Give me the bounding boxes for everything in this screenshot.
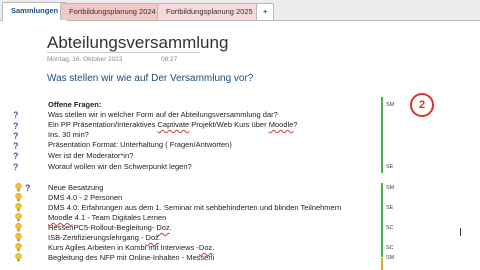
spellcheck-word: Doz: [156, 223, 170, 232]
add-section-button[interactable]: +: [256, 3, 275, 20]
tag-code: SE: [386, 164, 394, 170]
tag-code: SC: [386, 225, 394, 231]
note-line[interactable]: Präsentation Format: Unterhaltung ( Frag…: [48, 140, 232, 150]
question-tag-icon: ?: [13, 162, 19, 172]
question-tag-icon: ?: [13, 131, 19, 141]
spellcheck-word: Doz: [145, 233, 159, 242]
tag-code: SC: [386, 245, 394, 251]
note-line[interactable]: Neue Besatzung: [48, 183, 103, 193]
question-tag-icon: ?: [13, 141, 19, 151]
question-tag-icon: ?: [13, 121, 19, 131]
tab-fortbildungsplanung-2024[interactable]: Fortbildungsplanung 2024: [60, 3, 165, 20]
note-line[interactable]: Was stellen wir in welcher Form auf der …: [48, 110, 278, 120]
page-time: 08:27: [161, 56, 178, 63]
note-line[interactable]: Begleitung des NFP mit Online-Inhalten -…: [48, 253, 214, 263]
note-line[interactable]: Offene Fragen:: [48, 100, 101, 110]
note-line[interactable]: HessenPC5-Rollout-Begleitung- Doz.: [48, 223, 172, 233]
note-line[interactable]: Kurs Agiles Arbeiten in Kombi mit Interv…: [48, 243, 214, 253]
note-text: 4.1 - Team Digitales Lernen: [72, 213, 167, 222]
title-divider: [47, 52, 200, 53]
question-tag-icon: ?: [25, 183, 31, 193]
lightbulb-icon: [15, 253, 22, 262]
note-text: .: [158, 233, 161, 242]
section-heading[interactable]: Was stellen wir wie auf Der Versammlung …: [47, 73, 253, 84]
note-text: ISB-Zertifizierungslehrgang -: [48, 233, 146, 242]
note-text: .: [169, 223, 172, 232]
callout-badge: 2: [410, 93, 434, 117]
page-title[interactable]: Abteilungsversammlung: [47, 33, 228, 53]
note-text: Ein PP Präsentation/Interaktives: [48, 120, 158, 129]
text-cursor: [460, 228, 461, 236]
note-text: Kurs Agiles Arbeiten in Kombi mit Interv…: [48, 243, 199, 252]
section-tab-bar: Sammlungen Fortbildungsplanung 2024 Fort…: [0, 0, 480, 21]
tag-bar-green: [381, 97, 383, 173]
lightbulb-icon: [15, 243, 22, 252]
note-line[interactable]: ISB-Zertifizierungslehrgang - Doz.: [48, 233, 161, 243]
lightbulb-icon: [15, 213, 22, 222]
tag-bar-orange: [381, 258, 383, 270]
note-line[interactable]: Wer ist der Moderator*in?: [48, 151, 133, 161]
tag-bar-green: [381, 223, 383, 257]
note-text: .: [212, 243, 215, 252]
tag-code: SE: [386, 205, 394, 211]
tab-fortbildungsplanung-2025[interactable]: Fortbildungsplanung 2025: [157, 3, 262, 20]
tag-bar-green: [381, 183, 383, 223]
lightbulb-icon: [15, 223, 22, 232]
tag-code: SM: [386, 255, 395, 261]
note-line[interactable]: Ein PP Präsentation/Interaktives Captiva…: [48, 120, 297, 130]
spellcheck-word: Captivate: [157, 120, 190, 129]
lightbulb-icon: [15, 193, 22, 202]
lightbulb-icon: [15, 233, 22, 242]
note-text: HessenPC5-Rollout-Begleitung-: [48, 223, 157, 232]
lightbulb-icon: [15, 183, 22, 192]
tag-code: SM: [386, 185, 395, 191]
tag-code: SM: [386, 102, 395, 108]
note-line[interactable]: DMS 4.0 - 2 Personen: [48, 193, 122, 203]
spellcheck-word: Moodle: [48, 213, 73, 222]
note-text: ?: [293, 120, 298, 129]
note-line[interactable]: Ins. 30 min?: [48, 130, 89, 140]
note-line[interactable]: Worauf wollen wir den Schwerpunkt legen?: [48, 162, 192, 172]
note-line[interactable]: DMS 4.0: Erfahrungen aus dem 1. Seminar …: [48, 203, 341, 213]
page-date: Montag, 16. Oktober 2023: [47, 56, 123, 63]
lightbulb-icon: [15, 203, 22, 212]
note-text: Projekt/Web Kurs über: [189, 120, 269, 129]
note-line[interactable]: Moodle 4.1 - Team Digitales Lernen: [48, 213, 166, 223]
question-tag-icon: ?: [13, 110, 19, 120]
tab-sammlungen[interactable]: Sammlungen: [2, 2, 68, 21]
spellcheck-word: Doz: [198, 243, 213, 252]
question-tag-icon: ?: [13, 151, 19, 161]
spellcheck-word: Moodle: [268, 120, 294, 129]
